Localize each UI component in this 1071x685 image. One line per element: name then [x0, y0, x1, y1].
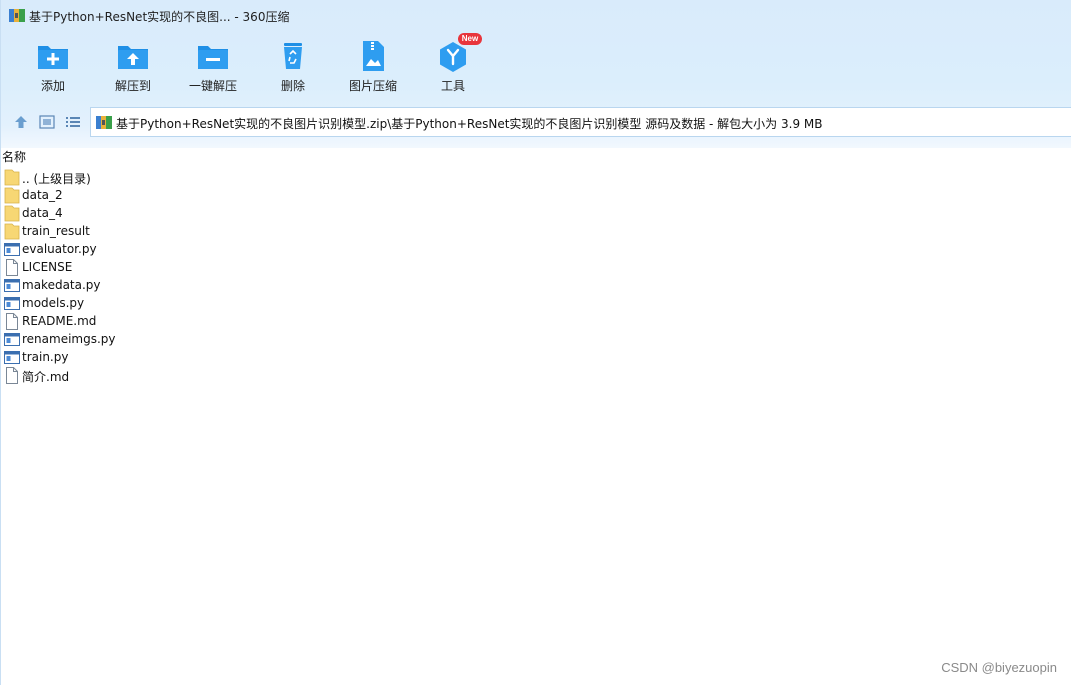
extract-to-icon	[118, 46, 148, 69]
file-name: LICENSE	[22, 260, 73, 274]
column-header-name[interactable]: 名称	[2, 148, 202, 164]
window-title: 基于Python+ResNet实现的不良图... - 360压缩	[29, 10, 290, 24]
list-item[interactable]: makedata.py	[4, 277, 404, 295]
python-file-icon	[4, 333, 20, 346]
list-item[interactable]: README.md	[4, 313, 404, 331]
file-name: .. (上级目录)	[22, 172, 91, 186]
file-name: data_4	[22, 206, 63, 220]
list-item[interactable]: 简介.md	[4, 367, 404, 385]
address-bar[interactable]: 基于Python+ResNet实现的不良图片识别模型.zip\基于Python+…	[90, 107, 1071, 137]
add-button[interactable]: 添加	[18, 36, 88, 98]
python-file-icon	[4, 297, 20, 310]
add-label: 添加	[40, 79, 65, 93]
zip-file-icon	[96, 116, 112, 129]
file-name: makedata.py	[22, 278, 101, 292]
one-click-extract-label: 一键解压	[188, 79, 237, 93]
python-file-icon	[4, 279, 20, 292]
list-item[interactable]: renameimgs.py	[4, 331, 404, 349]
file-name: train_result	[22, 224, 90, 238]
new-badge: New	[458, 33, 482, 45]
list-item[interactable]: data_2	[4, 187, 404, 205]
list-view-icon[interactable]	[64, 113, 82, 131]
file-name: models.py	[22, 296, 85, 310]
app-window: 基于Python+ResNet实现的不良图... - 360压缩 添加 解压到	[0, 0, 1071, 685]
extract-to-button[interactable]: 解压到	[98, 36, 168, 98]
list-item[interactable]: .. (上级目录)	[4, 169, 404, 187]
thumbnail-view-icon[interactable]	[38, 113, 56, 131]
list-item[interactable]: evaluator.py	[4, 241, 404, 259]
folder-icon	[4, 169, 20, 186]
list-item[interactable]: LICENSE	[4, 259, 404, 277]
tools-button[interactable]: 工具	[418, 36, 488, 98]
list-item[interactable]: train.py	[4, 349, 404, 367]
image-compress-label: 图片压缩	[348, 79, 397, 93]
address-path: 基于Python+ResNet实现的不良图片识别模型.zip\基于Python+…	[116, 117, 823, 131]
file-name: data_2	[22, 188, 63, 202]
document-icon	[6, 259, 18, 276]
python-file-icon	[4, 351, 20, 364]
image-compress-icon	[363, 41, 384, 71]
python-file-icon	[4, 243, 20, 256]
one-click-extract-icon	[198, 46, 228, 69]
navigation-bar: 基于Python+ResNet实现的不良图片识别模型.zip\基于Python+…	[1, 107, 1071, 137]
folder-icon	[4, 205, 20, 222]
watermark: CSDN @biyezuopin	[941, 660, 1057, 675]
image-compress-button[interactable]: 图片压缩	[338, 36, 408, 98]
folder-icon	[4, 223, 20, 240]
tools-label: 工具	[440, 79, 465, 93]
list-item[interactable]: models.py	[4, 295, 404, 313]
one-click-extract-button[interactable]: 一键解压	[178, 36, 248, 98]
zip-app-icon	[9, 9, 25, 22]
file-list: .. (上级目录) data_2 data_4 train_result eva…	[4, 169, 404, 385]
extract-to-label: 解压到	[114, 79, 151, 93]
add-folder-icon	[38, 46, 68, 69]
title-bar[interactable]: 基于Python+ResNet实现的不良图... - 360压缩	[1, 0, 1071, 32]
file-name: evaluator.py	[22, 242, 97, 256]
list-item[interactable]: train_result	[4, 223, 404, 241]
document-icon	[6, 313, 18, 330]
file-name: 简介.md	[22, 370, 70, 384]
toolbar: 添加 解压到 一键解压 删除 图片压缩 工具 New	[1, 33, 1071, 98]
arrow-up-icon[interactable]	[12, 113, 30, 131]
file-name: README.md	[22, 314, 97, 328]
delete-label: 删除	[280, 79, 305, 93]
list-item[interactable]: data_4	[4, 205, 404, 223]
folder-icon	[4, 187, 20, 204]
trash-icon	[284, 43, 302, 69]
file-name: train.py	[22, 350, 69, 364]
file-name: renameimgs.py	[22, 332, 116, 346]
delete-button[interactable]: 删除	[258, 36, 328, 98]
document-icon	[6, 367, 18, 384]
